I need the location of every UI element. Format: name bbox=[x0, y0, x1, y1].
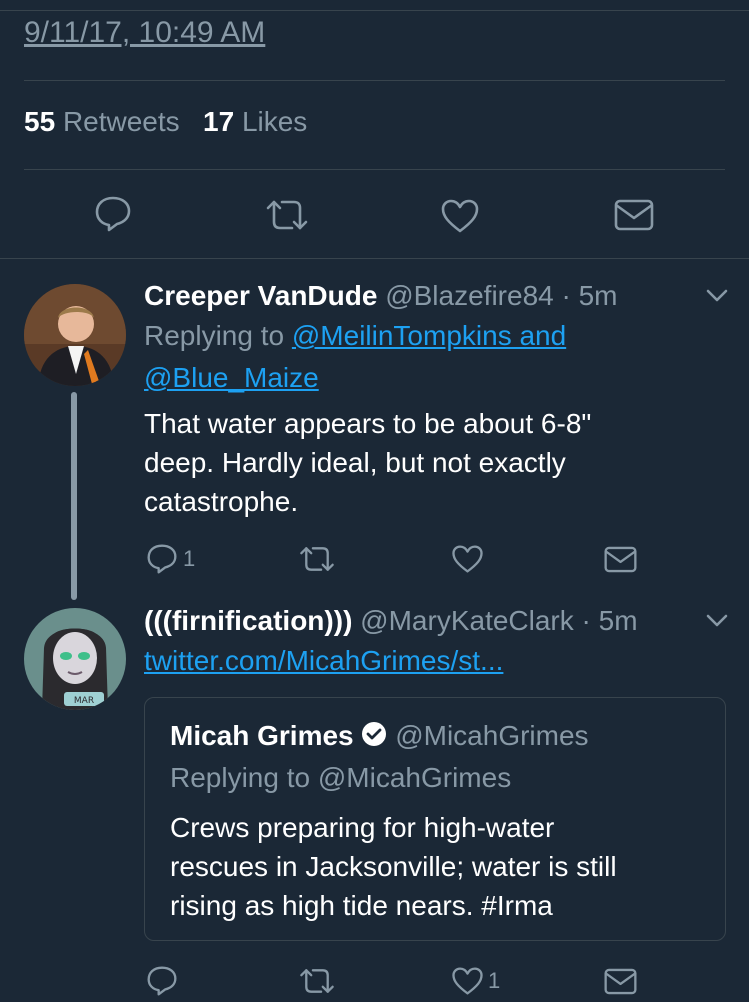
time[interactable]: · 5m bbox=[582, 605, 638, 636]
retweet-icon[interactable] bbox=[298, 545, 336, 573]
retweet-icon[interactable] bbox=[298, 967, 336, 995]
text-line: catastrophe. bbox=[144, 486, 299, 517]
handle[interactable]: @Blazefire84 bbox=[385, 280, 554, 311]
like-icon[interactable] bbox=[440, 198, 480, 234]
replying-link[interactable]: @Blue_Maize bbox=[144, 362, 319, 393]
like-icon[interactable] bbox=[451, 966, 484, 996]
replying-link[interactable]: @MeilinTompkins and bbox=[292, 320, 566, 351]
tweet-timestamp[interactable]: 9/11/17, 10:49 AM bbox=[24, 16, 265, 50]
text-line: deep. Hardly ideal, but not exactly bbox=[144, 447, 566, 478]
quoted-header: Micah Grimes @MicahGrimes bbox=[170, 720, 589, 754]
avatar[interactable] bbox=[24, 284, 126, 386]
divider bbox=[24, 80, 725, 81]
likes-count[interactable]: 17 bbox=[203, 106, 234, 137]
thread-line bbox=[71, 392, 77, 600]
retweet-icon[interactable] bbox=[264, 198, 310, 232]
quoted-display-name[interactable]: Micah Grimes bbox=[170, 720, 354, 751]
quoted-handle[interactable]: @MicahGrimes bbox=[395, 720, 588, 751]
text-line: rising as high tide nears. #Irma bbox=[170, 890, 553, 921]
svg-text:MAR: MAR bbox=[74, 696, 94, 706]
retweets-count[interactable]: 55 bbox=[24, 106, 55, 137]
reply-header: (((firnification))) @MaryKateClark · 5m bbox=[144, 605, 638, 637]
replying-prefix: Replying to bbox=[144, 320, 285, 351]
divider bbox=[0, 258, 749, 259]
quoted-replying-to: Replying to @MicahGrimes bbox=[170, 762, 512, 793]
retweets-label[interactable]: Retweets bbox=[63, 106, 180, 137]
mail-icon[interactable] bbox=[604, 546, 637, 573]
avatar[interactable]: MAR bbox=[24, 608, 126, 710]
chevron-down-icon[interactable] bbox=[706, 613, 728, 629]
quoted-text: Crews preparing for high-water rescues i… bbox=[170, 808, 617, 925]
reply-icon[interactable] bbox=[146, 966, 178, 996]
display-name[interactable]: Creeper VanDude bbox=[144, 280, 377, 311]
tweet-stats: 55 Retweets 17 Likes bbox=[24, 106, 307, 138]
verified-icon bbox=[361, 721, 387, 754]
text-line: rescues in Jacksonville; water is still bbox=[170, 851, 617, 882]
text-line: That water appears to be about 6-8" bbox=[144, 408, 592, 439]
replying-to: Replying to @MeilinTompkins and bbox=[144, 320, 566, 352]
mail-icon[interactable] bbox=[604, 968, 637, 995]
likes-label[interactable]: Likes bbox=[242, 106, 307, 137]
text-line: Crews preparing for high-water bbox=[170, 812, 555, 843]
like-icon[interactable] bbox=[451, 544, 484, 574]
tweet-link[interactable]: twitter.com/MicahGrimes/st... bbox=[144, 645, 503, 676]
mail-icon[interactable] bbox=[614, 199, 654, 231]
time[interactable]: · 5m bbox=[562, 280, 618, 311]
handle[interactable]: @MaryKateClark bbox=[360, 605, 574, 636]
display-name[interactable]: (((firnification))) bbox=[144, 605, 352, 636]
reply-count: 1 bbox=[183, 546, 196, 571]
top-divider bbox=[0, 0, 749, 11]
reply-icon[interactable] bbox=[94, 196, 132, 232]
reply-icon[interactable] bbox=[146, 544, 178, 574]
reply-text: That water appears to be about 6-8" deep… bbox=[144, 404, 591, 521]
reply-header: Creeper VanDude @Blazefire84 · 5m bbox=[144, 280, 618, 312]
like-count: 1 bbox=[488, 968, 501, 993]
chevron-down-icon[interactable] bbox=[706, 288, 728, 304]
divider bbox=[24, 169, 725, 170]
